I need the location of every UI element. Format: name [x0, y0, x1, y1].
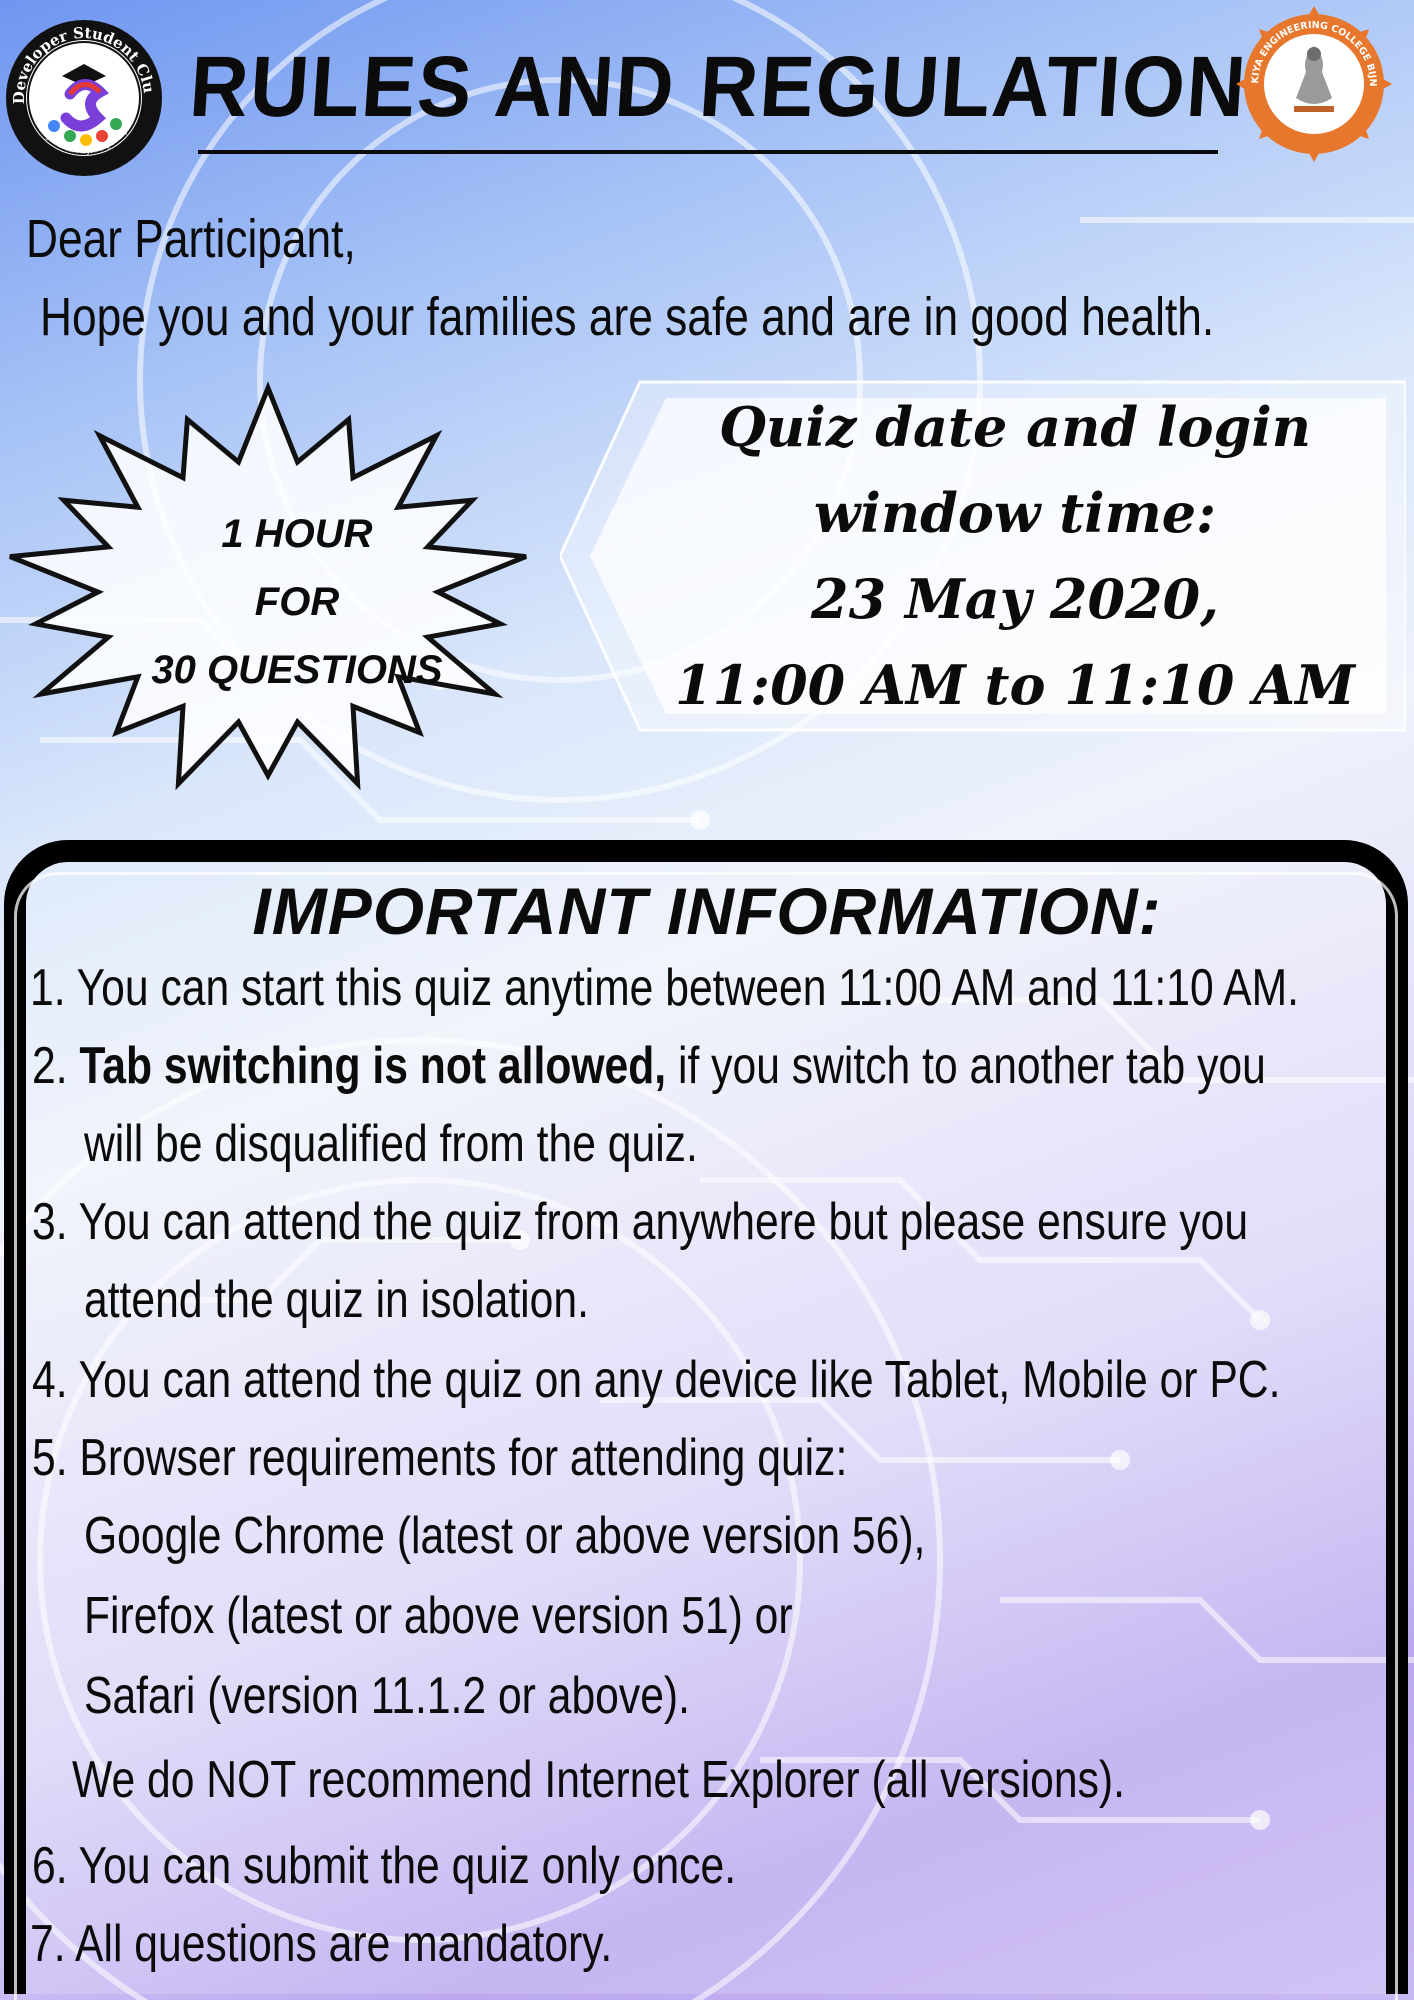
rule-2-emphasis: Tab switching is not allowed, — [79, 1037, 667, 1095]
schedule-heading-line-1: Quiz date and login — [719, 395, 1311, 459]
college-logo: RAJKIYA ENGINEERING COLLEGE BIJNOR — [1236, 6, 1392, 162]
rule-6: 6. You can submit the quiz only once. — [32, 1837, 737, 1895]
rule-7: 7. All questions are mandatory. — [30, 1915, 613, 1973]
greeting-salutation: Dear Participant, — [26, 209, 356, 269]
rule-3-continuation: attend the quiz in isolation. — [84, 1271, 589, 1329]
rule-1: 1. You can start this quiz anytime betwe… — [30, 959, 1299, 1017]
rule-5-firefox: Firefox (latest or above version 51) or — [84, 1587, 793, 1645]
duration-line-1: 1 HOUR — [221, 512, 373, 556]
rule-4: 4. You can attend the quiz on any device… — [32, 1351, 1281, 1409]
important-info-title: IMPORTANT INFORMATION: — [252, 874, 1162, 948]
quiz-schedule-text: Quiz date and login window time: 23 May … — [640, 384, 1390, 728]
rule-5-chrome: Google Chrome (latest or above version 5… — [84, 1507, 926, 1565]
rule-5-note: We do NOT recommend Internet Explorer (a… — [72, 1751, 1125, 1809]
page-title: RULES AND REGULATIONS — [186, 39, 1307, 135]
schedule-date: 23 May 2020, — [811, 567, 1219, 631]
duration-line-2: FOR — [254, 580, 340, 624]
greeting-message: Hope you and your families are safe and … — [40, 287, 1215, 347]
title-underline — [198, 150, 1218, 154]
rule-2: 2. Tab switching is not allowed, if you … — [32, 1040, 1266, 1092]
rule-2-number: 2. — [32, 1037, 80, 1095]
rule-2-continuation: will be disqualified from the quiz. — [84, 1115, 698, 1173]
duration-badge: 1 HOUR FOR 30 QUESTIONS — [112, 500, 482, 704]
rule-5: 5. Browser requirements for attending qu… — [32, 1429, 848, 1487]
duration-line-3: 30 QUESTIONS — [151, 648, 443, 692]
schedule-time-window: 11:00 AM to 11:10 AM — [675, 653, 1355, 717]
schedule-heading-line-2: window time: — [813, 481, 1217, 545]
rule-3: 3. You can attend the quiz from anywhere… — [32, 1193, 1249, 1251]
developer-student-club-logo: Developer Student Club come together.lea… — [4, 18, 162, 176]
rule-2-text: if you switch to another tab you — [666, 1037, 1266, 1095]
rule-5-safari: Safari (version 11.1.2 or above). — [84, 1667, 690, 1725]
